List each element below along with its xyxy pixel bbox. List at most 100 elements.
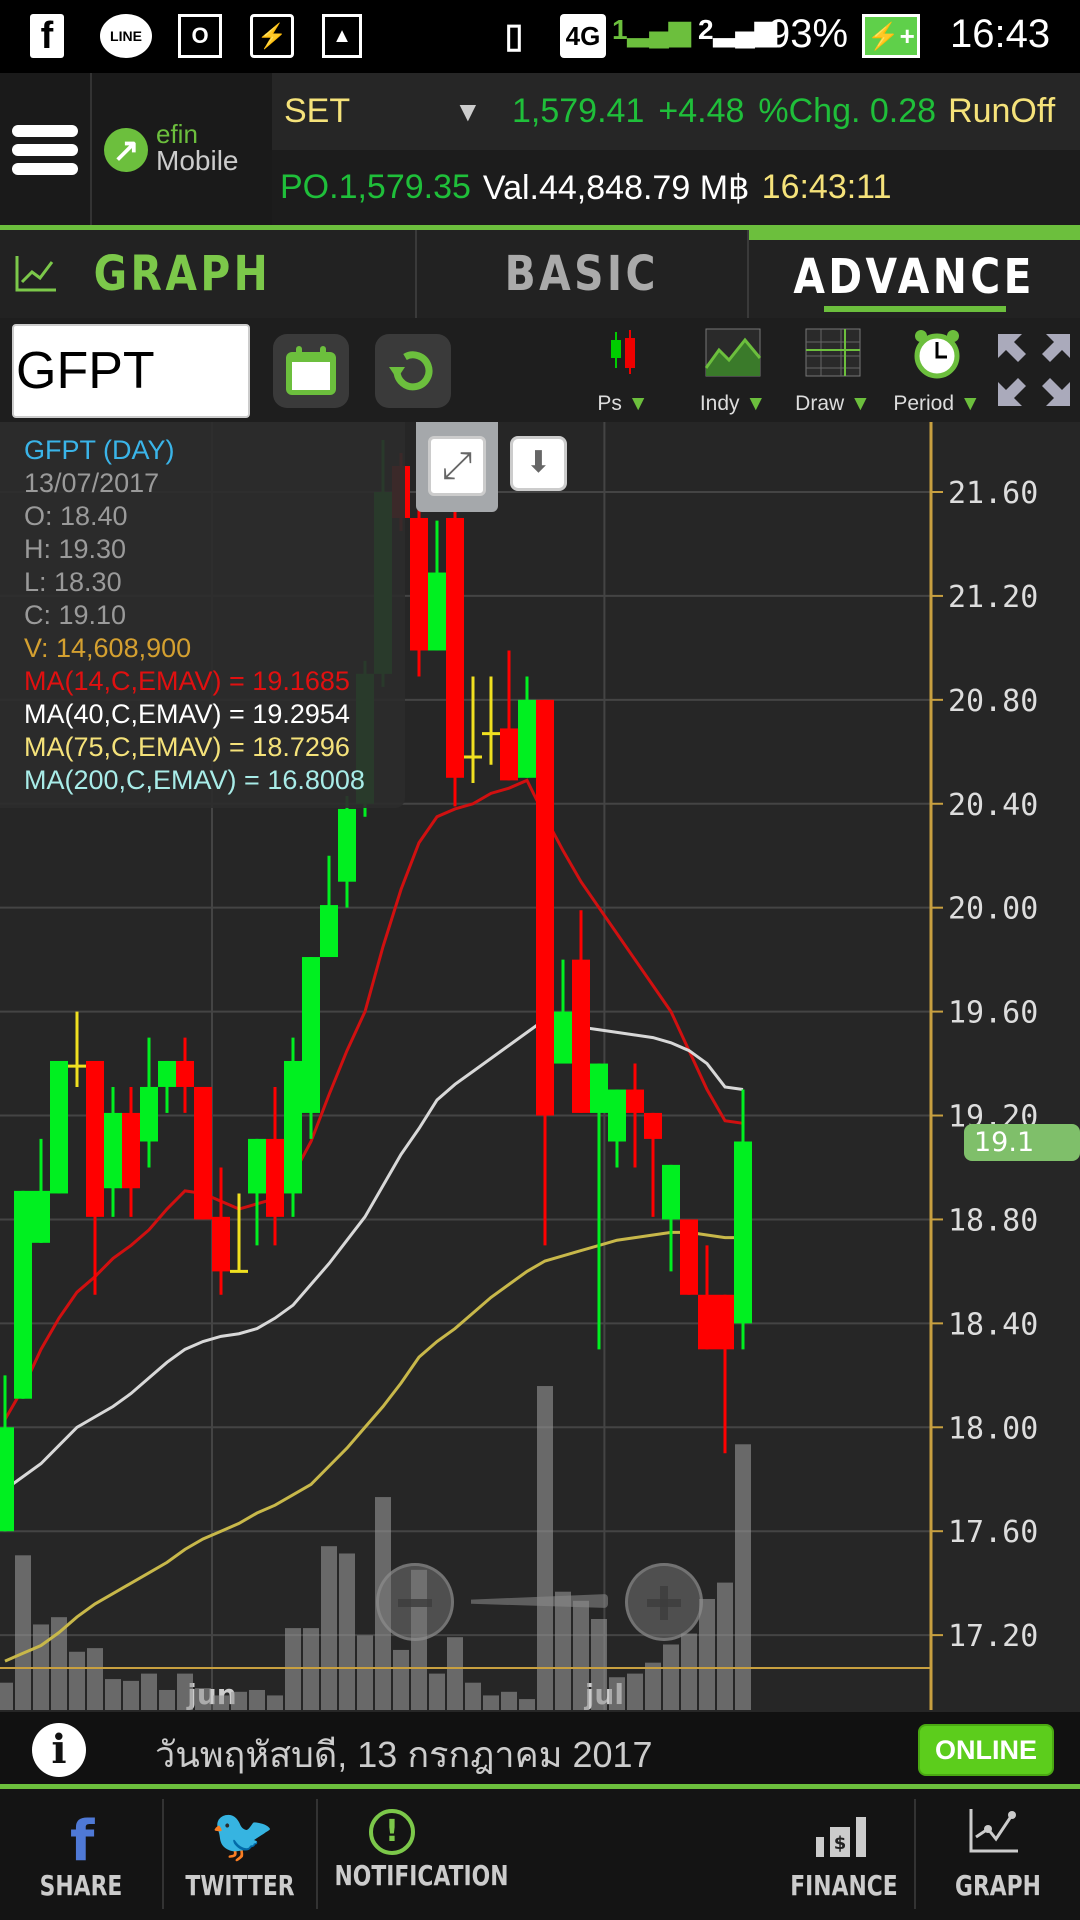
tab-graph[interactable]: GRAPH: [0, 230, 415, 318]
index-name[interactable]: SET: [284, 92, 464, 131]
y-tick-label: 18.40: [948, 1307, 1038, 1342]
volume-bar: [393, 1649, 409, 1710]
zoom-out-button[interactable]: [376, 1563, 454, 1641]
candle-body: [644, 1112, 662, 1139]
calendar-button[interactable]: [273, 334, 349, 408]
battery-charging-icon: ⚡+: [862, 14, 920, 58]
volume-bar: [627, 1673, 643, 1710]
outlook-icon: O: [178, 14, 222, 58]
candle-body: [554, 1011, 572, 1064]
y-tick-label: 20.40: [948, 788, 1038, 823]
bottom-nav: f SHARE 🐦 TWITTER ! NOTIFICATION $ FINAN…: [0, 1789, 1080, 1920]
volume-bar: [591, 1619, 607, 1710]
battery-percent: 93%: [768, 12, 849, 56]
price-style-menu[interactable]: Ps ▼: [578, 328, 668, 418]
volume-bar: [483, 1695, 499, 1710]
plus-icon-vertical: [660, 1586, 668, 1620]
nav-twitter[interactable]: 🐦 TWITTER: [164, 1789, 316, 1920]
nav-share-label: SHARE: [39, 1869, 123, 1902]
refresh-button[interactable]: [375, 334, 451, 408]
volume-bar: [573, 1600, 589, 1710]
tab-basic[interactable]: BASIC: [417, 230, 747, 318]
header-brand: ↗ efin Mobile: [0, 73, 272, 225]
market-info-row: PO.1,579.35 Val.44,848.79 M฿ 16:43:11: [272, 150, 1080, 225]
volume-bar: [69, 1651, 85, 1710]
finance-icon: $: [816, 1817, 866, 1857]
minus-icon: [398, 1599, 432, 1607]
indy-label: Indy: [699, 392, 740, 415]
index-pct-change: %Chg. 0.28: [758, 92, 937, 130]
info-icon[interactable]: i: [32, 1723, 86, 1777]
y-tick-label: 18.80: [948, 1203, 1038, 1238]
nav-twitter-label: TWITTER: [185, 1869, 295, 1902]
zoom-in-button[interactable]: [625, 1563, 703, 1641]
nav-notification[interactable]: ! NOTIFICATION: [318, 1789, 509, 1920]
candle-body: [284, 1060, 302, 1194]
status-bar: f LINE O ⚡ ▲ ▯ 4G 1 ▂▄▆ 2 ▂▄▆ 93% ⚡+ 16:43: [0, 0, 1080, 73]
draw-label: Draw: [795, 392, 845, 415]
volume-bar: [717, 1582, 733, 1710]
period-label: Period: [893, 392, 955, 415]
candle-body: [698, 1294, 716, 1350]
candle-body: [572, 959, 590, 1113]
nav-graph-label: GRAPH: [955, 1869, 1041, 1902]
volume-bar: [429, 1673, 445, 1710]
hamburger-menu-icon[interactable]: [12, 125, 78, 175]
index-value: 1,579.41: [512, 92, 645, 130]
y-tick-label: 18.00: [948, 1411, 1038, 1446]
volume-bar: [213, 1695, 229, 1710]
fullscreen-icon: [998, 334, 1070, 406]
y-tick-label: 20.00: [948, 892, 1038, 927]
index-change: +4.48: [658, 92, 745, 130]
volume-bar: [159, 1689, 175, 1710]
line-icon: LINE: [100, 14, 152, 58]
info-close: C: 19.10: [24, 600, 127, 630]
download-arrow-icon: ⬇: [525, 446, 552, 479]
line-icon-label: LINE: [110, 28, 142, 44]
nav-graph[interactable]: GRAPH: [916, 1789, 1080, 1920]
candle-body: [86, 1060, 104, 1217]
tab-advance-label: ADVANCE: [793, 249, 1036, 305]
volume-bar: [105, 1679, 121, 1710]
index-dropdown-icon[interactable]: ▼: [454, 96, 504, 128]
alarm-clock-icon: [914, 330, 960, 379]
y-tick-label: 17.20: [948, 1619, 1038, 1654]
indicator-menu[interactable]: Indy ▼: [688, 328, 778, 418]
refresh-icon: [389, 351, 433, 391]
candle-body: [662, 1164, 680, 1220]
download-button[interactable]: ⬇: [510, 436, 567, 491]
candle-body: [104, 1112, 122, 1189]
index-ticker-row: SET ▼ 1,579.41 +4.48 %Chg. 0.28 RunOff: [272, 73, 1080, 150]
candle-body: [50, 1060, 68, 1194]
candle-body: [590, 1063, 608, 1113]
facebook-icon: f: [30, 14, 64, 58]
volume-bar: [285, 1628, 301, 1710]
expand-chart-button[interactable]: ⤢: [416, 422, 498, 512]
symbol-input[interactable]: GFPT: [12, 324, 250, 418]
candle-body: [0, 1427, 14, 1532]
fullscreen-button[interactable]: [998, 334, 1070, 406]
candle-body: [626, 1089, 644, 1113]
facebook-icon: f: [70, 1809, 95, 1874]
runoff-label: RunOff: [948, 92, 1056, 130]
volume-bar: [321, 1546, 337, 1710]
y-tick-label: 21.60: [948, 476, 1038, 511]
nav-finance[interactable]: $ FINANCE: [774, 1789, 914, 1920]
info-open: O: 18.40: [24, 501, 128, 531]
volume-bar: [15, 1555, 31, 1710]
period-menu[interactable]: Period ▼: [892, 328, 982, 418]
gallery-icon: ▲: [322, 14, 362, 58]
candle-body: [158, 1060, 176, 1087]
nav-share[interactable]: f SHARE: [0, 1789, 162, 1920]
info-bar: i วันพฤหัสบดี, 13 กรกฎาคม 2017 ONLINE: [0, 1712, 1080, 1784]
candlestick-icon: [611, 330, 635, 374]
month-label-jun: jun: [186, 1678, 236, 1711]
draw-menu[interactable]: Draw ▼: [788, 328, 878, 418]
tab-advance[interactable]: ADVANCE: [749, 230, 1080, 318]
twitter-icon: 🐦: [210, 1806, 275, 1866]
candle-body: [140, 1086, 158, 1142]
market-value: Val.44,848.79 M฿: [482, 168, 750, 207]
efin-logo-icon: ↗: [104, 128, 148, 172]
nav-finance-label: FINANCE: [790, 1869, 898, 1902]
candle-body: [608, 1089, 626, 1142]
